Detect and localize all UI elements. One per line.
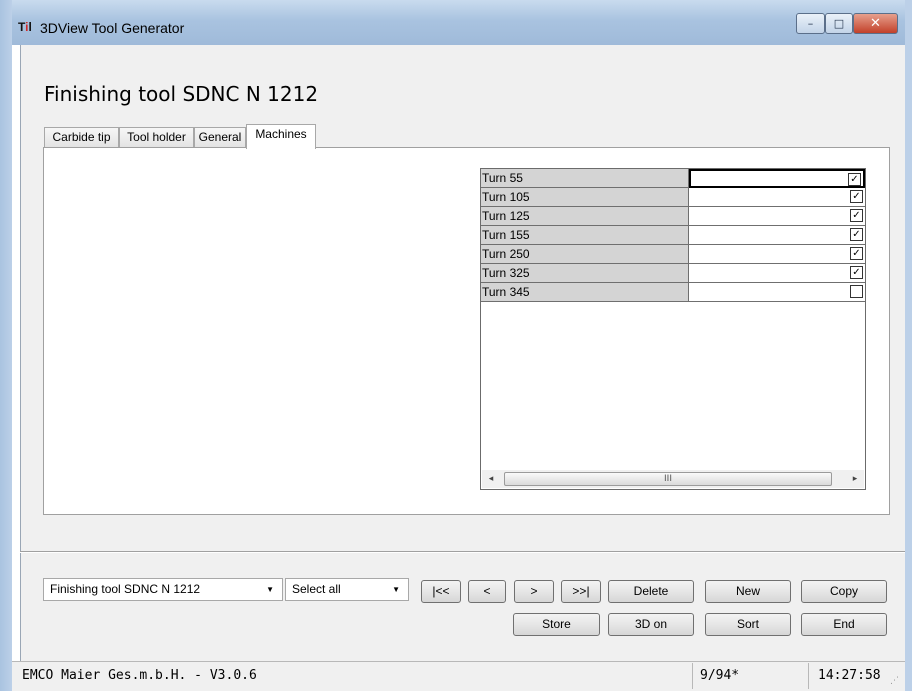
machine-name: Turn 55	[481, 169, 689, 188]
resize-grip-icon[interactable]: ⋰	[890, 676, 902, 688]
machine-enabled-cell[interactable]: ✓	[689, 226, 865, 245]
checkbox[interactable]	[850, 285, 863, 298]
close-button[interactable]: ✕	[853, 13, 898, 34]
machine-enabled-cell[interactable]: ✓	[689, 207, 865, 226]
last-record-button[interactable]: >>|	[561, 580, 601, 603]
sort-button[interactable]: Sort	[705, 613, 791, 636]
scroll-left-icon[interactable]: ◂	[484, 473, 498, 485]
new-button[interactable]: New	[705, 580, 791, 603]
checkbox[interactable]: ✓	[850, 266, 863, 279]
tab-machines[interactable]: Machines	[246, 124, 316, 149]
selection-filter-dropdown[interactable]: Select all ▼	[285, 578, 409, 601]
tab-tool-holder[interactable]: Tool holder	[119, 127, 194, 147]
window-frame-left	[0, 0, 12, 691]
checkbox[interactable]: ✓	[850, 209, 863, 222]
next-record-button[interactable]: >	[514, 580, 554, 603]
machine-enabled-cell[interactable]: ✓	[689, 188, 865, 207]
table-row[interactable]: Turn 125 ✓	[481, 207, 865, 226]
end-button[interactable]: End	[801, 613, 887, 636]
tab-carbide-tip[interactable]: Carbide tip	[44, 127, 119, 147]
checkbox[interactable]: ✓	[850, 228, 863, 241]
minimize-button[interactable]: –	[796, 13, 825, 34]
status-clock: 14:27:58	[818, 668, 881, 683]
table-row[interactable]: Turn 155 ✓	[481, 226, 865, 245]
toggle-3d-button[interactable]: 3D on	[608, 613, 694, 636]
table-row[interactable]: Turn 345	[481, 283, 865, 302]
table-row[interactable]: Turn 250 ✓	[481, 245, 865, 264]
machine-name: Turn 325	[481, 264, 689, 283]
maximize-button[interactable]: □	[825, 13, 853, 34]
table-row[interactable]: Turn 325 ✓	[481, 264, 865, 283]
checkbox[interactable]: ✓	[850, 190, 863, 203]
store-button[interactable]: Store	[513, 613, 600, 636]
selection-filter-value: Select all	[292, 582, 341, 596]
tool-select-value: Finishing tool SDNC N 1212	[50, 582, 201, 596]
horizontal-scrollbar[interactable]: ◂ III ▸	[482, 470, 864, 488]
machine-enabled-cell[interactable]	[689, 283, 865, 302]
machine-name: Turn 105	[481, 188, 689, 207]
checkbox[interactable]: ✓	[850, 247, 863, 260]
chevron-down-icon: ▼	[392, 585, 400, 594]
scrollbar-thumb[interactable]: III	[504, 472, 832, 486]
table-row[interactable]: Turn 105 ✓	[481, 188, 865, 207]
previous-record-button[interactable]: <	[468, 580, 506, 603]
checkbox[interactable]: ✓	[848, 173, 861, 186]
machine-name: Turn 250	[481, 245, 689, 264]
page-title: Finishing tool SDNC N 1212	[44, 82, 319, 106]
scroll-right-icon[interactable]: ▸	[848, 473, 862, 485]
status-record-counter: 9/94*	[700, 668, 740, 683]
machine-name: Turn 155	[481, 226, 689, 245]
status-divider	[808, 663, 809, 689]
app-logo-icon: Til	[18, 20, 32, 34]
first-record-button[interactable]: |<<	[421, 580, 461, 603]
machine-enabled-cell[interactable]: ✓	[689, 169, 865, 188]
window-frame-right	[905, 0, 912, 691]
window-title: 3DView Tool Generator	[40, 20, 185, 36]
status-divider	[692, 663, 693, 689]
table-row[interactable]: Turn 55 ✓	[481, 169, 865, 188]
machine-enabled-cell[interactable]: ✓	[689, 245, 865, 264]
tool-select-dropdown[interactable]: Finishing tool SDNC N 1212 ▼	[43, 578, 283, 601]
machine-enabled-cell[interactable]: ✓	[689, 264, 865, 283]
machine-name: Turn 345	[481, 283, 689, 302]
machine-name: Turn 125	[481, 207, 689, 226]
divider	[20, 551, 905, 553]
status-company-version: EMCO Maier Ges.m.b.H. - V3.0.6	[22, 668, 257, 683]
machines-table: Turn 55 ✓ Turn 105 ✓ Turn 125 ✓ Turn 155…	[480, 168, 866, 490]
copy-button[interactable]: Copy	[801, 580, 887, 603]
tab-general[interactable]: General	[194, 127, 246, 147]
chevron-down-icon: ▼	[266, 585, 274, 594]
delete-button[interactable]: Delete	[608, 580, 694, 603]
